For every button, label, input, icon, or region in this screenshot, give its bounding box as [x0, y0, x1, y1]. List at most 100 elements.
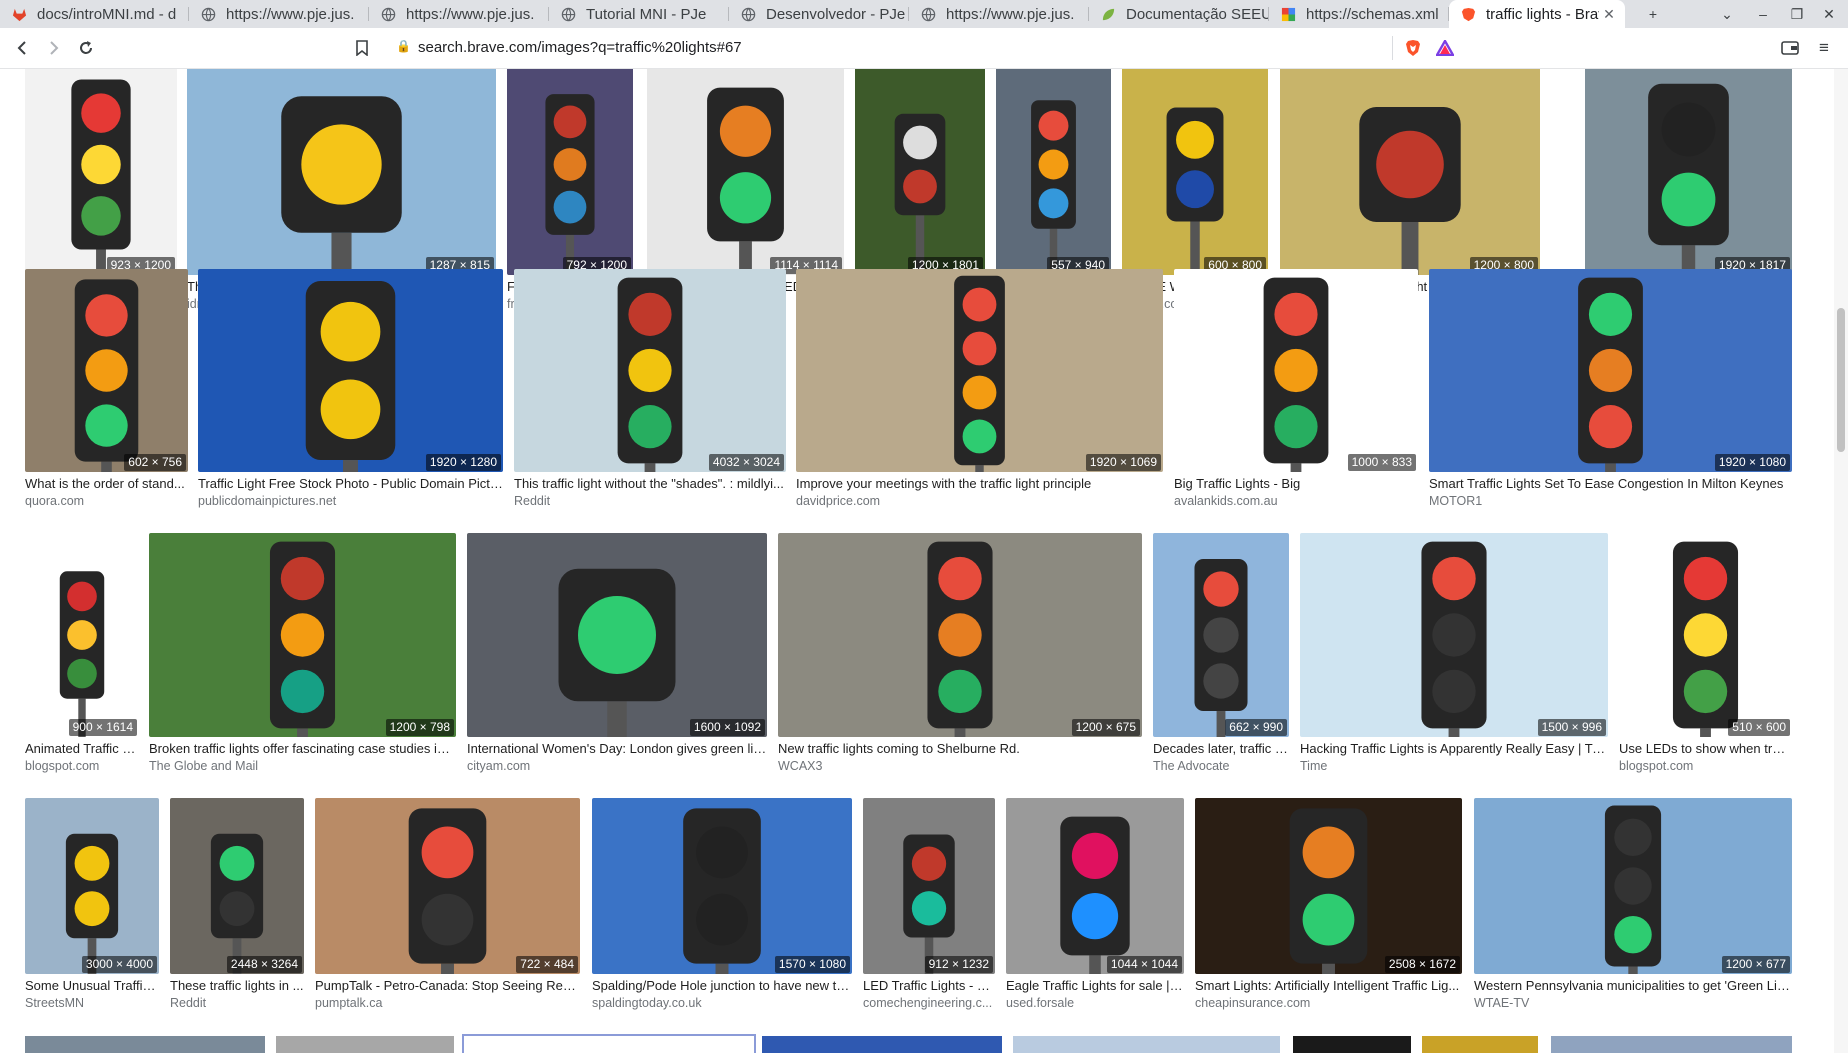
image-result-card[interactable]: 1200 × 675 New traffic lights coming to S… [778, 533, 1142, 775]
result-title[interactable]: Animated Traffic Li... [25, 741, 139, 757]
result-title[interactable]: Smart Traffic Lights Set To Ease Congest… [1429, 476, 1792, 492]
browser-tab[interactable]: https://www.pje.jus. [909, 0, 1089, 28]
image-result-card[interactable]: 722 × 484 PumpTalk - Petro-Canada: Stop S… [315, 798, 580, 1012]
result-title[interactable]: Eagle Traffic Lights for sale | O... [1006, 978, 1184, 994]
result-thumbnail[interactable]: 1200 × 1801 [855, 69, 985, 275]
result-source[interactable]: comechengineering.c... [863, 995, 995, 1011]
result-source[interactable]: The Advocate [1153, 758, 1289, 774]
image-result-card[interactable]: 1920 × 1080 Smart Traffic Lights Set To E… [1429, 269, 1792, 510]
back-arrow-icon[interactable] [10, 36, 34, 60]
new-tab-button[interactable]: + [1636, 0, 1670, 28]
result-title[interactable]: Broken traffic lights offer fascinating … [149, 741, 456, 757]
image-result-card[interactable]: 2448 × 3264 These traffic lights in ... Re… [170, 798, 304, 1012]
result-title[interactable]: LED Traffic Lights - C... [863, 978, 995, 994]
browser-tab[interactable]: https://schemas.xml [1269, 0, 1449, 28]
url-text[interactable]: search.brave.com/images?q=traffic%20ligh… [418, 39, 742, 56]
result-thumbnail[interactable]: 1600 × 1092 [467, 533, 767, 737]
result-thumbnail[interactable]: 1200 × 800 [1280, 69, 1540, 275]
result-source[interactable]: The Globe and Mail [149, 758, 456, 774]
result-title[interactable]: Hacking Traffic Lights is Apparently Rea… [1300, 741, 1608, 757]
result-source[interactable]: avalankids.com.au [1174, 493, 1418, 509]
image-result-card[interactable]: 1000 × 833 Big Traffic Lights - Big avalan… [1174, 269, 1418, 510]
image-result-card[interactable]: 1500 × 996 Hacking Traffic Lights is Appa… [1300, 533, 1608, 775]
browser-tab[interactable]: Documentação SEEU [1089, 0, 1269, 28]
image-result-card[interactable]: 1920 × 1280 Traffic Light Free Stock Phot… [198, 269, 503, 510]
image-result-card[interactable]: 602 × 756 What is the order of stand... qu… [25, 269, 188, 510]
result-title[interactable]: Improve your meetings with the traffic l… [796, 476, 1163, 492]
browser-tab[interactable]: Desenvolvedor - PJe [729, 0, 909, 28]
result-source[interactable]: cheapinsurance.com [1195, 995, 1462, 1011]
result-title[interactable]: New traffic lights coming to Shelburne R… [778, 741, 1142, 757]
result-source[interactable]: WTAE-TV [1474, 995, 1792, 1011]
image-result-card[interactable] [1551, 1036, 1792, 1053]
result-title[interactable]: Big Traffic Lights - Big [1174, 476, 1418, 492]
image-result-card[interactable] [462, 1034, 756, 1053]
result-thumbnail[interactable]: 510 × 600 [1619, 533, 1792, 737]
result-title[interactable]: Some Unusual Traffic ... [25, 978, 159, 994]
result-thumbnail[interactable]: 1920 × 1817 [1585, 69, 1792, 275]
result-thumbnail[interactable]: 1200 × 677 [1474, 798, 1792, 974]
image-result-card[interactable]: 1570 × 1080 Spalding/Pode Hole junction t… [592, 798, 852, 1012]
result-thumbnail[interactable]: 2508 × 1672 [1195, 798, 1462, 974]
browser-tab[interactable]: traffic lights - Brav ✕ [1449, 0, 1625, 28]
result-thumbnail[interactable]: 912 × 1232 [863, 798, 995, 974]
result-source[interactable]: MOTOR1 [1429, 493, 1792, 509]
result-thumbnail[interactable]: 792 × 1200 [507, 69, 633, 275]
result-source[interactable]: blogspot.com [25, 758, 139, 774]
result-thumbnail[interactable]: 1114 × 1114 [647, 69, 844, 275]
close-tab-icon[interactable]: ✕ [1599, 6, 1619, 23]
maximize-icon[interactable]: ❐ [1780, 0, 1814, 28]
result-title[interactable]: What is the order of stand... [25, 476, 188, 492]
result-thumbnail[interactable]: 1920 × 1080 [1429, 269, 1792, 472]
result-thumbnail[interactable]: 1500 × 996 [1300, 533, 1608, 737]
result-source[interactable]: Reddit [170, 995, 304, 1011]
wallet-icon[interactable] [1778, 36, 1802, 60]
close-window-icon[interactable]: ✕ [1812, 0, 1846, 28]
image-result-card[interactable]: 1200 × 677 Western Pennsylvania municipal… [1474, 798, 1792, 1012]
result-thumbnail[interactable]: 1000 × 833 [1174, 269, 1418, 472]
image-result-card[interactable]: 662 × 990 Decades later, traffic li... The… [1153, 533, 1289, 775]
result-source[interactable]: quora.com [25, 493, 188, 509]
result-thumbnail[interactable]: 1920 × 1069 [796, 269, 1163, 472]
scrollbar-track[interactable] [1834, 69, 1848, 1053]
result-thumbnail[interactable]: 1570 × 1080 [592, 798, 852, 974]
result-title[interactable]: Western Pennsylvania municipalities to g… [1474, 978, 1792, 994]
image-result-card[interactable] [25, 1036, 265, 1053]
image-result-card[interactable]: 2508 × 1672 Smart Lights: Artificially In… [1195, 798, 1462, 1012]
image-result-card[interactable]: 1600 × 1092 International Women's Day: Lo… [467, 533, 767, 775]
minimize-icon[interactable]: – [1746, 0, 1780, 28]
browser-tab[interactable]: docs/introMNI.md - d [0, 0, 189, 28]
result-thumbnail[interactable]: 2448 × 3264 [170, 798, 304, 974]
result-title[interactable]: Smart Lights: Artificially Intelligent T… [1195, 978, 1462, 994]
result-source[interactable]: used.forsale [1006, 995, 1184, 1011]
menu-icon[interactable]: ≡ [1812, 36, 1836, 60]
result-thumbnail[interactable]: 1920 × 1280 [198, 269, 503, 472]
image-result-card[interactable]: 4032 × 3024 This traffic light without th… [514, 269, 786, 510]
image-result-card[interactable] [1422, 1036, 1538, 1053]
result-source[interactable]: Time [1300, 758, 1608, 774]
result-source[interactable]: publicdomainpictures.net [198, 493, 503, 509]
reload-icon[interactable] [74, 36, 98, 60]
browser-tab[interactable]: https://www.pje.jus. [369, 0, 549, 28]
browser-tab[interactable]: Tutorial MNI - PJe [549, 0, 729, 28]
result-thumbnail[interactable]: 662 × 990 [1153, 533, 1289, 737]
image-result-card[interactable]: 912 × 1232 LED Traffic Lights - C... comec… [863, 798, 995, 1012]
result-title[interactable]: PumpTalk - Petro-Canada: Stop Seeing Red… [315, 978, 580, 994]
forward-arrow-icon[interactable] [42, 36, 66, 60]
result-thumbnail[interactable]: 1044 × 1044 [1006, 798, 1184, 974]
result-title[interactable]: Use LEDs to show when traffi... [1619, 741, 1792, 757]
result-thumbnail[interactable]: 600 × 800 [1122, 69, 1268, 275]
result-source[interactable]: Reddit [514, 493, 786, 509]
image-result-card[interactable] [1013, 1036, 1280, 1053]
result-title[interactable]: International Women's Day: London gives … [467, 741, 767, 757]
result-source[interactable]: cityam.com [467, 758, 767, 774]
result-source[interactable]: blogspot.com [1619, 758, 1792, 774]
result-title[interactable]: These traffic lights in ... [170, 978, 304, 994]
image-result-card[interactable] [276, 1036, 454, 1053]
result-thumbnail[interactable]: 3000 × 4000 [25, 798, 159, 974]
result-title[interactable]: Decades later, traffic li... [1153, 741, 1289, 757]
result-thumbnail[interactable]: 923 × 1200 [25, 69, 177, 275]
result-source[interactable]: WCAX3 [778, 758, 1142, 774]
image-result-card[interactable]: 1044 × 1044 Eagle Traffic Lights for sale… [1006, 798, 1184, 1012]
brave-rewards-icon[interactable] [1433, 36, 1457, 60]
